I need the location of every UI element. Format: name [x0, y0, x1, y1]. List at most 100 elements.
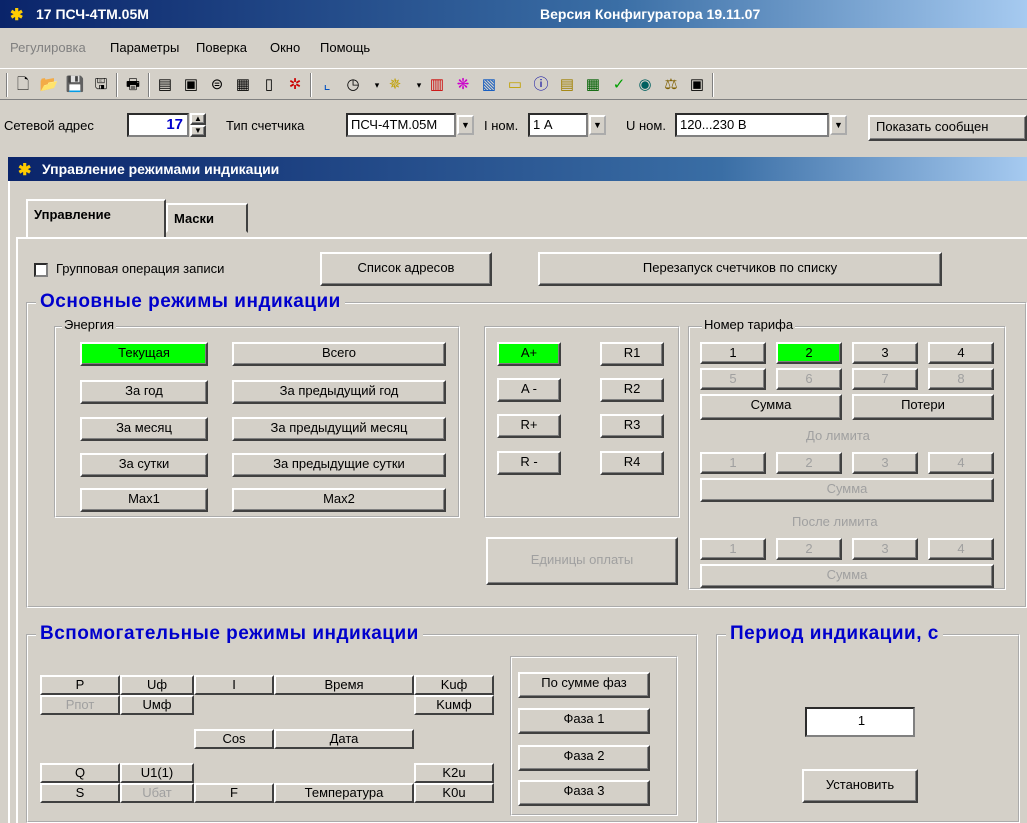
read-icon[interactable]: ▣: [180, 74, 202, 96]
aux-temp-cell[interactable]: Температура: [274, 783, 414, 803]
after-limit-2-button[interactable]: 2: [776, 538, 842, 560]
phase-3-button[interactable]: Фаза 3: [518, 780, 650, 806]
channel-r4-button[interactable]: R4: [600, 451, 664, 475]
aux-k2u-cell[interactable]: K2u: [414, 763, 494, 783]
gauge-icon[interactable]: ◷: [342, 74, 364, 96]
channel-r3-button[interactable]: R3: [600, 414, 664, 438]
eye-icon[interactable]: ◉: [634, 74, 656, 96]
channel-rplus-button[interactable]: R+: [497, 414, 561, 438]
energy-prev-year-button[interactable]: За предыдущий год: [232, 380, 446, 404]
meter-type-select[interactable]: ПСЧ-4ТМ.05М: [346, 113, 456, 137]
tariff-3-button[interactable]: 3: [852, 342, 918, 364]
open-folder-icon[interactable]: 📂: [38, 74, 60, 96]
energy-day-button[interactable]: За сутки: [80, 453, 208, 477]
phase-sum-button[interactable]: По сумме фаз: [518, 672, 650, 698]
payment-units-button[interactable]: Единицы оплаты: [486, 537, 678, 585]
disk-icon[interactable]: ⊜: [206, 74, 228, 96]
energy-year-button[interactable]: За год: [80, 380, 208, 404]
before-limit-1-button[interactable]: 1: [700, 452, 766, 474]
aux-i-cell[interactable]: I: [194, 675, 274, 695]
remote-icon[interactable]: ▯: [258, 74, 280, 96]
max2-button[interactable]: Max2: [232, 488, 446, 512]
menu-parameters[interactable]: Параметры: [110, 40, 179, 55]
aux-time-cell[interactable]: Время: [274, 675, 414, 695]
aux-s-cell[interactable]: S: [40, 783, 120, 803]
bug-icon[interactable]: ✲: [284, 74, 306, 96]
energy-current-button[interactable]: Текущая: [80, 342, 208, 366]
before-limit-3-button[interactable]: 3: [852, 452, 918, 474]
bar-chart-icon[interactable]: ▥: [426, 74, 448, 96]
after-limit-4-button[interactable]: 4: [928, 538, 994, 560]
channel-r1-button[interactable]: R1: [600, 342, 664, 366]
checkmark-icon[interactable]: ✓: [608, 74, 630, 96]
device-icon[interactable]: ▦: [232, 74, 254, 96]
max1-button[interactable]: Max1: [80, 488, 208, 512]
aux-k0u-cell[interactable]: K0u: [414, 783, 494, 803]
scales-icon[interactable]: ⚖: [660, 74, 682, 96]
computer-icon[interactable]: ▣: [686, 74, 708, 96]
calculator-icon[interactable]: ▦: [582, 74, 604, 96]
graph-icon[interactable]: ⌞: [316, 74, 338, 96]
print-icon[interactable]: 🖶: [122, 74, 144, 96]
show-messages-button[interactable]: Показать сообщен: [868, 115, 1027, 141]
phase-1-button[interactable]: Фаза 1: [518, 708, 650, 734]
aux-cos-cell[interactable]: Cos: [194, 729, 274, 749]
aux-kumf-cell[interactable]: Kuмф: [414, 695, 494, 715]
child-window-titlebar[interactable]: ✱ Управление режимами индикации: [8, 157, 1027, 181]
restart-meters-button[interactable]: Перезапуск счетчиков по списку: [538, 252, 942, 286]
tariff-4-button[interactable]: 4: [928, 342, 994, 364]
unom-dropdown-icon[interactable]: ▼: [830, 115, 847, 135]
palette-icon[interactable]: ❋: [452, 74, 474, 96]
net-address-field[interactable]: 17: [127, 113, 189, 137]
window-icon[interactable]: ▭: [504, 74, 526, 96]
before-limit-sum-button[interactable]: Сумма: [700, 478, 994, 502]
menu-verification[interactable]: Поверка: [196, 40, 247, 55]
address-list-button[interactable]: Список адресов: [320, 252, 492, 286]
menu-help[interactable]: Помощь: [320, 40, 370, 55]
aux-u11-cell[interactable]: U1(1): [120, 763, 194, 783]
aux-kuf-cell[interactable]: Kuф: [414, 675, 494, 695]
menu-regulirovka[interactable]: Регулировка: [10, 40, 86, 55]
group-op-checkbox[interactable]: [34, 263, 48, 277]
before-limit-4-button[interactable]: 4: [928, 452, 994, 474]
new-file-icon[interactable]: 🗋: [12, 74, 34, 96]
channel-r2-button[interactable]: R2: [600, 378, 664, 402]
aux-ubat-cell[interactable]: Uбат: [120, 783, 194, 803]
tariff-8-button[interactable]: 8: [928, 368, 994, 390]
energy-month-button[interactable]: За месяц: [80, 417, 208, 441]
tariff-5-button[interactable]: 5: [700, 368, 766, 390]
info-icon[interactable]: ⓘ: [530, 74, 552, 96]
light-icon[interactable]: ✵: [384, 74, 406, 96]
meter-type-dropdown-icon[interactable]: ▼: [457, 115, 474, 135]
tab-control[interactable]: Управление: [26, 199, 166, 237]
tariff-2-button[interactable]: 2: [776, 342, 842, 364]
tariff-6-button[interactable]: 6: [776, 368, 842, 390]
save-all-icon[interactable]: 🖫: [90, 74, 112, 96]
losses-button[interactable]: Потери: [852, 394, 994, 420]
notebook-icon[interactable]: ▤: [556, 74, 578, 96]
aux-p-cell[interactable]: P: [40, 675, 120, 695]
aux-umf-cell[interactable]: Uмф: [120, 695, 194, 715]
before-limit-2-button[interactable]: 2: [776, 452, 842, 474]
aux-ppot-cell[interactable]: Pпот: [40, 695, 120, 715]
channel-aminus-button[interactable]: A -: [497, 378, 561, 402]
tariff-sum-button[interactable]: Сумма: [700, 394, 842, 420]
save-icon[interactable]: 💾: [64, 74, 86, 96]
tariff-7-button[interactable]: 7: [852, 368, 918, 390]
set-period-button[interactable]: Установить: [802, 769, 918, 803]
energy-prev-month-button[interactable]: За предыдущий месяц: [232, 417, 446, 441]
phase-2-button[interactable]: Фаза 2: [518, 745, 650, 771]
meter-icon[interactable]: ▤: [154, 74, 176, 96]
aux-date-cell[interactable]: Дата: [274, 729, 414, 749]
energy-total-button[interactable]: Всего: [232, 342, 446, 366]
spin-up-button[interactable]: ▲: [190, 113, 206, 125]
table-icon[interactable]: ▧: [478, 74, 500, 96]
aux-uf-cell[interactable]: Uф: [120, 675, 194, 695]
inom-dropdown-icon[interactable]: ▼: [589, 115, 606, 135]
aux-f-cell[interactable]: F: [194, 783, 274, 803]
after-limit-3-button[interactable]: 3: [852, 538, 918, 560]
app-titlebar[interactable]: ✱ 17 ПСЧ-4ТМ.05М Версия Конфигуратора 19…: [0, 0, 1027, 28]
after-limit-sum-button[interactable]: Сумма: [700, 564, 994, 588]
channel-rminus-button[interactable]: R -: [497, 451, 561, 475]
menu-window[interactable]: Окно: [270, 40, 300, 55]
